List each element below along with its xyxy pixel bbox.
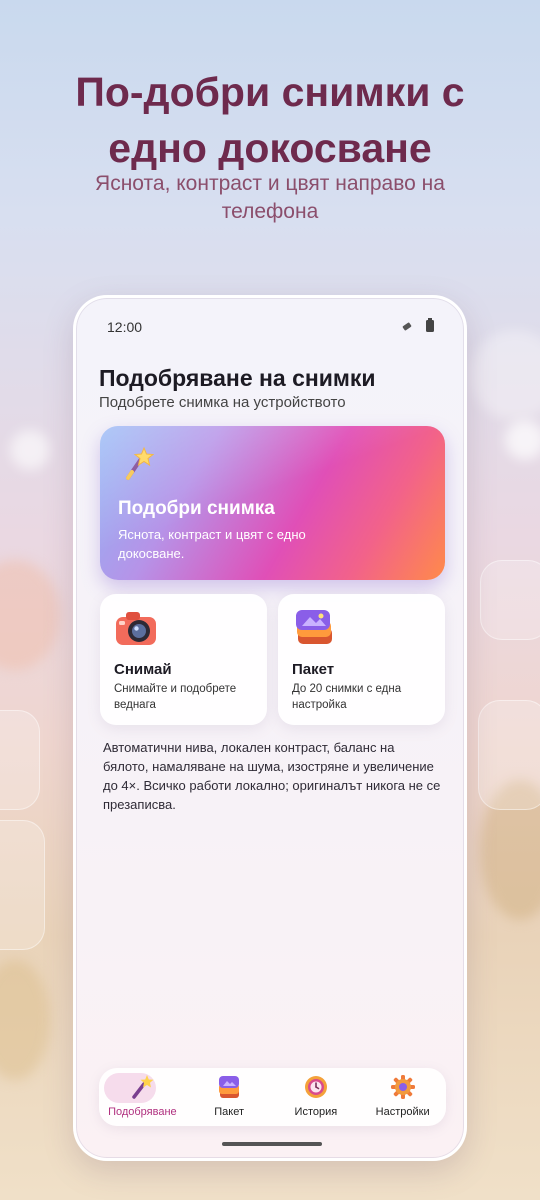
home-indicator[interactable]: [222, 1142, 322, 1146]
batch-card-title: Пакет: [292, 661, 335, 678]
status-time: 12:00: [107, 319, 143, 335]
info-text: Автоматични нива, локален контраст, бала…: [103, 740, 441, 812]
shoot-card[interactable]: Снимай Снимайте и подобрете веднага: [100, 594, 267, 725]
enhance-photo-description: Яснота, контраст и цвят с едно докосване…: [118, 527, 306, 561]
promo-headline-line2: едно докосване: [108, 125, 432, 171]
stacked-photos-icon: [219, 1076, 240, 1098]
nav-item-enhance[interactable]: Подобряване: [102, 1068, 182, 1126]
enhance-photo-card[interactable]: Подобри снимка Яснота, контраст и цвят с…: [100, 426, 445, 580]
shoot-card-title: Снимай: [114, 661, 172, 678]
history-icon: [304, 1076, 327, 1098]
stacked-photos-icon: [296, 610, 332, 644]
gear-icon: [390, 1075, 415, 1099]
satellite-icon: [401, 321, 414, 332]
promo-subline: Яснота, контраст и цвят направо на телеф…: [95, 172, 445, 223]
nav-label-batch: Пакет: [214, 1106, 244, 1118]
nav-label-settings: Настройки: [375, 1106, 430, 1118]
bottom-nav: Подобряване Пакет История Настройки: [99, 1068, 446, 1126]
phone-screen: 12:00 Подобряване на снимки Подобрете сн…: [73, 295, 467, 1161]
nav-item-settings[interactable]: Настройки: [363, 1068, 443, 1126]
nav-label-history: История: [294, 1106, 338, 1118]
nav-item-batch[interactable]: Пакет: [189, 1068, 269, 1126]
promo-headline-line1: По-добри снимки с: [75, 69, 465, 115]
page-title: Подобряване на снимки: [99, 365, 376, 391]
batch-card[interactable]: Пакет До 20 снимки с една настройка: [278, 594, 445, 725]
page-subtitle: Подобрете снимка на устройството: [99, 394, 346, 411]
batch-card-description: До 20 снимки с една настройка: [292, 683, 402, 711]
status-icons: [401, 318, 434, 332]
magic-wand-icon: [126, 446, 154, 480]
promo-headline: По-добри снимки с едно докосване: [0, 64, 540, 176]
magic-wand-icon: [132, 1075, 154, 1099]
battery-icon: [426, 318, 434, 332]
shoot-card-description: Снимайте и подобрете веднага: [114, 683, 237, 711]
camera-icon: [116, 612, 156, 645]
nav-label-enhance: Подобряване: [108, 1106, 177, 1118]
nav-item-history[interactable]: История: [276, 1068, 356, 1126]
enhance-photo-title: Подобри снимка: [118, 498, 275, 519]
